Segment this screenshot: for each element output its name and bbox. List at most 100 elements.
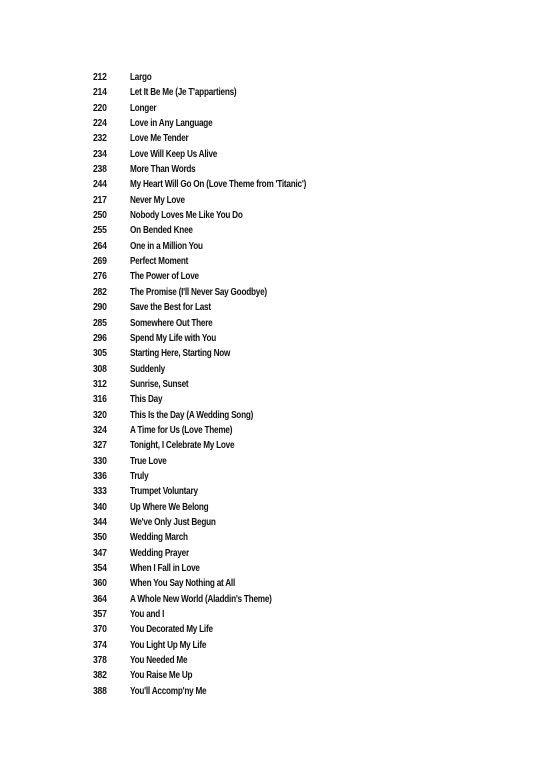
- song-title: Suddenly: [130, 362, 165, 375]
- song-title: Longer: [130, 101, 157, 114]
- contents-entry: 336 Truly: [93, 469, 356, 484]
- song-title: Tonight, I Celebrate My Love: [130, 439, 235, 452]
- page-number: 224: [93, 117, 107, 130]
- song-title: A Whole New World (Aladdin's Theme): [130, 592, 272, 605]
- song-title: Nobody Loves Me Like You Do: [130, 209, 243, 222]
- song-title: The Promise (I'll Never Say Goodbye): [130, 285, 267, 298]
- contents-entry: 312 Sunrise, Sunset: [93, 377, 356, 392]
- page-number: 234: [93, 147, 107, 160]
- song-title: Sunrise, Sunset: [130, 377, 189, 390]
- contents-entry: 250 Nobody Loves Me Like You Do: [93, 208, 356, 223]
- song-title: You Needed Me: [130, 654, 188, 667]
- contents-entry: 370 You Decorated My Life: [93, 622, 356, 637]
- contents-entry: 330 True Love: [93, 454, 356, 469]
- contents-entry: 238 More Than Words: [93, 162, 356, 177]
- song-title: True Love: [130, 454, 167, 467]
- song-title: Perfect Moment: [130, 255, 189, 268]
- song-title: Let It Be Me (Je T'appartiens): [130, 86, 237, 99]
- song-title: Wedding Prayer: [130, 546, 189, 559]
- contents-entry: 276 The Power of Love: [93, 269, 356, 284]
- contents-entry: 360 When You Say Nothing at All: [93, 576, 356, 591]
- page-number: 282: [93, 285, 107, 298]
- song-title: You'll Accomp'ny Me: [130, 684, 207, 697]
- page-number: 217: [93, 193, 107, 206]
- contents-entry: 327 Tonight, I Celebrate My Love: [93, 438, 356, 453]
- page-number: 214: [93, 86, 107, 99]
- page-number: 388: [93, 684, 107, 697]
- contents-entry: 305 Starting Here, Starting Now: [93, 346, 356, 361]
- page-number: 344: [93, 515, 107, 528]
- page-number: 330: [93, 454, 107, 467]
- contents-entry: 217 Never My Love: [93, 193, 356, 208]
- page-number: 285: [93, 316, 107, 329]
- page-number: 374: [93, 638, 107, 651]
- song-title: My Heart Will Go On (Love Theme from 'Ti…: [130, 178, 307, 191]
- song-title: You Raise Me Up: [130, 669, 193, 682]
- song-title: Never My Love: [130, 193, 185, 206]
- song-title: A Time for Us (Love Theme): [130, 423, 233, 436]
- song-title: You and I: [130, 608, 165, 621]
- contents-entry: 296 Spend My Life with You: [93, 331, 356, 346]
- page-number: 360: [93, 577, 107, 590]
- song-title: Largo: [130, 71, 152, 83]
- song-title: Truly: [130, 469, 149, 482]
- page-number: 333: [93, 485, 107, 498]
- song-title: Somewhere Out There: [130, 316, 213, 329]
- page-number: 336: [93, 469, 107, 482]
- contents-entry: 224 Love in Any Language: [93, 116, 356, 131]
- song-title: Save the Best for Last: [130, 301, 211, 314]
- contents-entry: 340 Up Where We Belong: [93, 500, 356, 515]
- contents-entry: 269 Perfect Moment: [93, 254, 356, 269]
- page-number: 250: [93, 209, 107, 222]
- contents-entry: 290 Save the Best for Last: [93, 300, 356, 315]
- page-number: 316: [93, 393, 107, 406]
- song-title: You Decorated My Life: [130, 623, 213, 636]
- contents-entry: 374 You Light Up My Life: [93, 638, 356, 653]
- page-number: 320: [93, 408, 107, 421]
- song-title: You Light Up My Life: [130, 638, 207, 651]
- contents-entry: 232 Love Me Tender: [93, 131, 356, 146]
- page-number: 357: [93, 608, 107, 621]
- contents-entry: 285 Somewhere Out There: [93, 316, 356, 331]
- song-title: Wedding March: [130, 531, 188, 544]
- song-title: Trumpet Voluntary: [130, 485, 198, 498]
- contents-entry: 378 You Needed Me: [93, 653, 356, 668]
- contents-entry: 324 A Time for Us (Love Theme): [93, 423, 356, 438]
- song-title: Starting Here, Starting Now: [130, 347, 231, 360]
- contents-entry: 320 This Is the Day (A Wedding Song): [93, 408, 356, 423]
- contents-entry: 350 Wedding March: [93, 530, 356, 545]
- song-title: When I Fall in Love: [130, 562, 200, 574]
- song-title: Love Me Tender: [130, 132, 189, 145]
- document-page: 212 Largo 214 Let It Be Me (Je T'appartiens…: [0, 0, 560, 769]
- contents-entry: 388 You'll Accomp'ny Me: [93, 684, 356, 699]
- contents-entry: 234 Love Will Keep Us Alive: [93, 147, 356, 162]
- song-title: Up Where We Belong: [130, 500, 209, 513]
- page-number: 312: [93, 377, 107, 390]
- page-number: 238: [93, 163, 107, 176]
- page-number: 308: [93, 362, 107, 375]
- song-title: This Day: [130, 393, 163, 406]
- page-number: 350: [93, 531, 107, 544]
- song-title: One in a Million You: [130, 239, 203, 252]
- song-title: Love Will Keep Us Alive: [130, 147, 218, 160]
- page-number: 212: [93, 71, 107, 83]
- page-number: 269: [93, 255, 107, 268]
- page-number: 255: [93, 224, 107, 237]
- contents-entry: 347 Wedding Prayer: [93, 546, 356, 561]
- song-title: More Than Words: [130, 163, 196, 176]
- page-number: 340: [93, 500, 107, 513]
- contents-entry: 344 We've Only Just Begun: [93, 515, 356, 530]
- contents-entry: 382 You Raise Me Up: [93, 668, 356, 683]
- page-number: 354: [93, 562, 107, 574]
- song-title: On Bended Knee: [130, 224, 193, 237]
- song-title: When You Say Nothing at All: [130, 577, 236, 590]
- contents-entry: 220 Longer: [93, 101, 356, 116]
- song-title: The Power of Love: [130, 270, 199, 283]
- page-number: 347: [93, 546, 107, 559]
- page-number: 364: [93, 592, 107, 605]
- contents-entry: 333 Trumpet Voluntary: [93, 484, 356, 499]
- page-number: 264: [93, 239, 107, 252]
- song-title: Spend My Life with You: [130, 331, 217, 344]
- page-number: 232: [93, 132, 107, 145]
- contents-entry: 282 The Promise (I'll Never Say Goodbye): [93, 285, 356, 300]
